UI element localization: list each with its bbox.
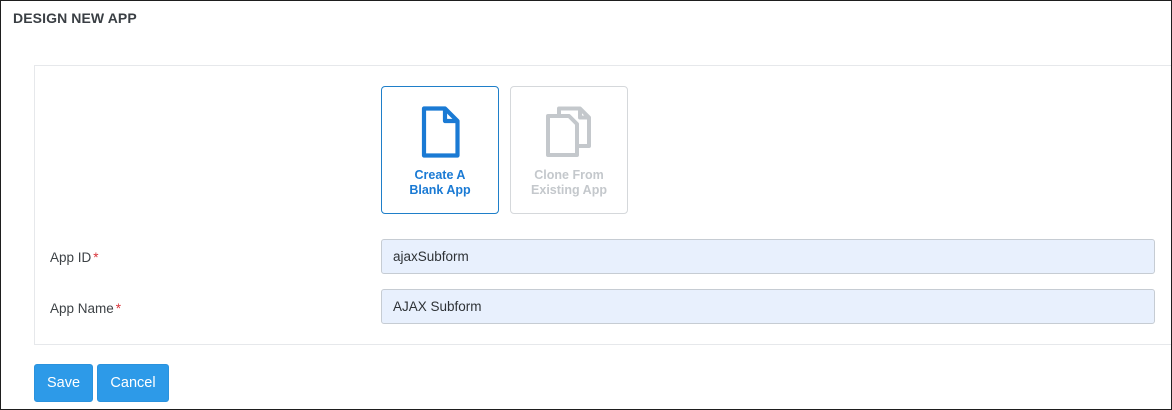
app-name-required-mark: * (115, 301, 122, 316)
copy-icon (545, 106, 593, 163)
create-blank-app-label-line2: Blank App (409, 183, 471, 197)
save-button[interactable]: Save (34, 364, 93, 402)
app-name-label-text: App Name (50, 301, 114, 316)
create-blank-app-label: Create A Blank App (382, 168, 498, 198)
clone-existing-app-label-line1: Clone From (534, 168, 604, 182)
app-id-label-text: App ID (50, 250, 92, 265)
file-icon (420, 106, 460, 163)
page-title: DESIGN NEW APP (13, 10, 137, 26)
design-new-app-window: DESIGN NEW APP Create A Blank App Clone … (0, 0, 1172, 410)
app-form-panel: Create A Blank App Clone From Existing A… (34, 65, 1171, 345)
clone-existing-app-option: Clone From Existing App (510, 86, 628, 214)
app-id-required-mark: * (93, 250, 99, 265)
app-id-input[interactable] (381, 239, 1155, 274)
cancel-button[interactable]: Cancel (97, 364, 169, 402)
app-name-label: App Name * (50, 301, 121, 316)
app-name-input[interactable] (381, 289, 1155, 324)
clone-existing-app-label-line2: Existing App (531, 183, 607, 197)
create-blank-app-label-line1: Create A (414, 168, 466, 182)
clone-existing-app-label: Clone From Existing App (511, 168, 627, 198)
app-id-label: App ID * (50, 250, 99, 265)
create-blank-app-option[interactable]: Create A Blank App (381, 86, 499, 214)
